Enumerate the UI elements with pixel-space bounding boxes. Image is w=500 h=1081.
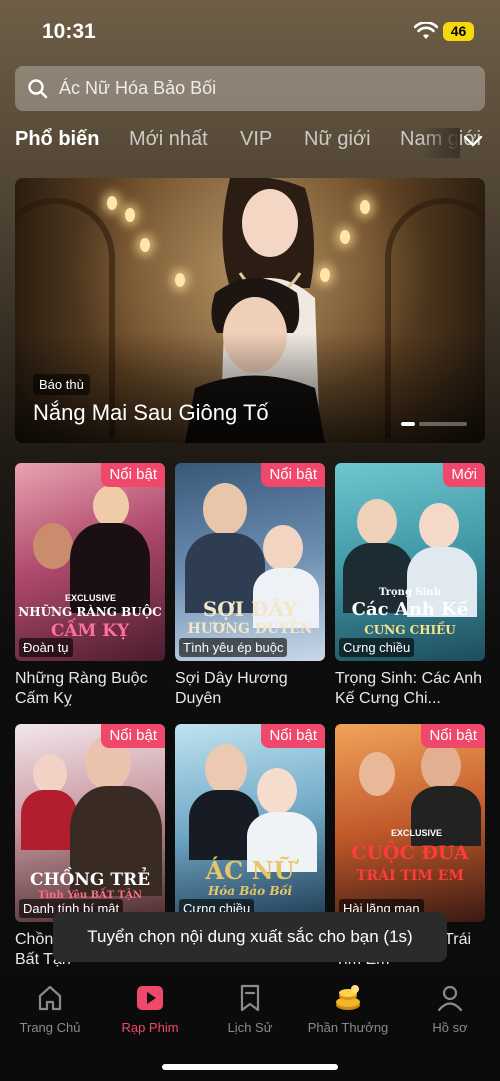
tab-vip[interactable]: VIP [240, 128, 272, 151]
toast-message: Tuyển chọn nội dung xuất sắc cho bạn (1s… [53, 912, 447, 962]
chevron-down-icon[interactable] [462, 132, 484, 150]
tab-moi-nhat[interactable]: Mới nhất [129, 128, 208, 151]
nav-item-home[interactable]: Trang Chủ [0, 983, 100, 1035]
poster-figure [33, 754, 67, 794]
hero-banner[interactable]: Báo thù Nắng Mai Sau Giông Tố [15, 178, 485, 443]
poster: CHỒNG TRẺ Tình Yêu BẤT TẬN Nổi bật Danh … [15, 724, 165, 922]
nav-item-theater[interactable]: Rạp Phim [100, 983, 200, 1035]
card-title: Trọng Sinh: Các Anh Kế Cưng Chi... [335, 670, 483, 707]
nav-label: Lịch Sử [227, 1020, 273, 1035]
poster: EXCLUSIVE CUỘC ĐUA TRÁI TIM EM Nổi bật H… [335, 724, 485, 922]
poster: ÁC NỮ Hóa Bảo Bối Nổi bật Cưng chiều [175, 724, 325, 922]
poster: Trọng Sinh Các Anh Kế CƯNG CHIỀU Mới Cưn… [335, 463, 485, 661]
hero-title: Nắng Mai Sau Giông Tố [33, 400, 269, 425]
genre-tag: Tình yêu ép buộc [179, 638, 288, 657]
nav-label: Hồ sơ [432, 1020, 468, 1035]
hero-lamp [360, 200, 370, 214]
genre-tag: Đoàn tụ [19, 638, 73, 657]
hero-lamp [140, 238, 150, 252]
poster-art-title: SỢI DÂY [202, 597, 298, 621]
battery-indicator: 46 [443, 22, 474, 41]
poster-figure [205, 744, 247, 794]
hero-lamp [175, 273, 185, 287]
nav-label: Rạp Phim [121, 1020, 179, 1035]
carousel-indicator [401, 422, 471, 426]
poster-figure [93, 485, 129, 527]
exclusive-label: EXCLUSIVE [391, 828, 443, 838]
nav-label: Trang Chủ [19, 1020, 81, 1035]
poster-figure [357, 499, 397, 545]
poster-art-top: Trọng Sinh [379, 587, 441, 598]
status-badge: Nổi bật [261, 463, 325, 487]
hero-genre-tag: Báo thù [33, 374, 90, 395]
nav-item-history[interactable]: Lịch Sử [200, 983, 300, 1035]
drama-card[interactable]: EXCLUSIVE NHỮNG RÀNG BUỘC CẤM KỴ Nổi bật… [15, 463, 165, 709]
search-icon [28, 79, 48, 99]
poster-art-title: CUỘC ĐUA [351, 842, 469, 864]
profile-icon [437, 985, 463, 1012]
carousel-dot-active [401, 422, 415, 426]
home-icon [38, 985, 62, 1011]
nav-item-profile[interactable]: Hồ sơ [400, 983, 500, 1035]
poster-figure [419, 503, 459, 549]
nav-item-rewards[interactable]: Phần Thưởng [298, 983, 398, 1035]
drama-card[interactable]: SỢI DÂY HƯƠNG DUYÊN Nổi bật Tình yêu ép … [175, 463, 325, 709]
poster-art-title: NHỮNG RÀNG BUỘC [18, 605, 162, 619]
poster-art-title: ÁC NỮ [205, 856, 295, 885]
carousel-dot-track [419, 422, 467, 426]
hero-lamp [340, 230, 350, 244]
poster-figure [421, 742, 461, 790]
coins-icon [336, 985, 360, 1010]
drama-card[interactable]: Trọng Sinh Các Anh Kế CƯNG CHIỀU Mới Cưn… [335, 463, 485, 709]
home-indicator [162, 1064, 338, 1070]
hero-lamp [125, 208, 135, 222]
poster-figure [21, 790, 77, 850]
status-badge: Nổi bật [101, 463, 165, 487]
status-badge: Nổi bật [261, 724, 325, 748]
poster: SỢI DÂY HƯƠNG DUYÊN Nổi bật Tình yêu ép … [175, 463, 325, 661]
status-bar: 10:31 46 [0, 0, 500, 60]
tab-nu-gioi[interactable]: Nữ giới [304, 128, 371, 151]
poster-figure [203, 483, 247, 535]
play-icon [137, 986, 163, 1010]
search-bar[interactable] [15, 66, 485, 111]
hero-lamp [107, 196, 117, 210]
poster-art-subtitle: TRÁI TIM EM [356, 868, 464, 884]
poster-art-subtitle: HƯƠNG DUYÊN [187, 621, 313, 637]
status-badge: Mới [443, 463, 485, 487]
card-title: Những Ràng Buộc Cấm Kỵ [15, 670, 148, 707]
card-title: Sợi Dây Hương Duyên [175, 670, 288, 707]
poster-figure [33, 523, 73, 569]
bookmark-icon [240, 984, 260, 1012]
poster-art-title: Các Anh Kế [351, 599, 469, 620]
status-time: 10:31 [42, 20, 96, 43]
tab-pho-bien[interactable]: Phổ biến [15, 128, 99, 151]
tabs-fade [420, 128, 460, 158]
status-badge: Nổi bật [421, 724, 485, 748]
nav-label: Phần Thưởng [307, 1020, 389, 1035]
poster-art-title: CHỒNG TRẺ [29, 870, 151, 890]
poster-art-subtitle: Hóa Bảo Bối [207, 884, 293, 898]
category-tabs: Phổ biến Mới nhất VIP Nữ giới Nam giới [0, 128, 500, 158]
poster: EXCLUSIVE NHỮNG RÀNG BUỘC CẤM KỴ Nổi bật… [15, 463, 165, 661]
poster-art-subtitle: CƯNG CHIỀU [364, 623, 456, 637]
search-input[interactable] [59, 66, 459, 111]
exclusive-label: EXCLUSIVE [65, 593, 117, 603]
genre-tag: Cưng chiều [339, 638, 415, 657]
status-badge: Nổi bật [101, 724, 165, 748]
poster-figure [257, 768, 297, 814]
poster-figure [359, 752, 395, 796]
wifi-icon [414, 22, 438, 39]
poster-figure [263, 525, 303, 571]
